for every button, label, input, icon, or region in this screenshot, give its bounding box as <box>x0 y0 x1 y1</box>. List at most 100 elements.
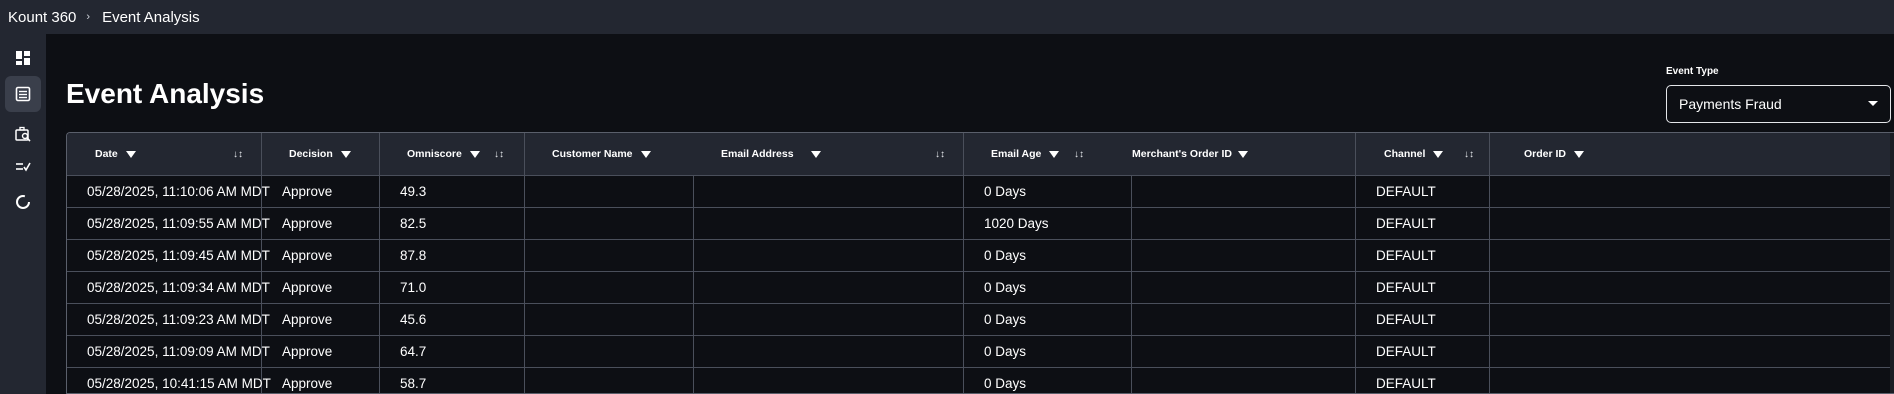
cell-email-age: 0 Days <box>964 240 1132 271</box>
sort-icon[interactable]: ↓↕ <box>1074 149 1084 160</box>
cell-customer-name <box>525 240 694 271</box>
cell-merchant-order-id <box>1132 272 1356 303</box>
cell-decision: Approve <box>262 240 380 271</box>
filter-icon[interactable] <box>811 150 821 158</box>
event-type-label: Event Type <box>1666 66 1719 77</box>
sidebar-item-case-search[interactable] <box>5 116 41 152</box>
column-header-decision[interactable]: Decision <box>262 133 380 175</box>
sort-icon[interactable]: ↓↕ <box>935 149 945 160</box>
cell-channel: DEFAULT <box>1356 304 1490 335</box>
sort-icon[interactable]: ↓↕ <box>494 149 504 160</box>
column-header-date[interactable]: Date ↓↕ <box>67 133 262 175</box>
case-search-icon <box>15 126 31 142</box>
breadcrumb-root[interactable]: Kount 360 <box>8 9 76 26</box>
sidebar-item-rules[interactable] <box>5 149 41 185</box>
table-row[interactable]: 05/28/2025, 11:10:06 AM MDT Approve 49.3 0 … <box>67 175 1894 207</box>
breadcrumb-chevron-icon: › <box>86 11 91 23</box>
filter-icon[interactable] <box>1238 150 1248 158</box>
cell-channel: DEFAULT <box>1356 272 1490 303</box>
cell-email-age: 0 Days <box>964 336 1132 367</box>
column-header-order-id[interactable]: Order ID <box>1490 133 1894 175</box>
event-type-value: Payments Fraud <box>1679 96 1782 112</box>
table-row[interactable]: 05/28/2025, 11:09:23 AM MDT Approve 45.6 0 … <box>67 303 1894 335</box>
table-row[interactable]: 05/28/2025, 11:09:34 AM MDT Approve 71.0 0 … <box>67 271 1894 303</box>
cell-customer-name <box>525 208 694 239</box>
column-header-omniscore[interactable]: Omniscore ↓↕ <box>380 133 525 175</box>
table-row[interactable]: 05/28/2025, 11:09:45 AM MDT Approve 87.8 0 … <box>67 239 1894 271</box>
cell-merchant-order-id <box>1132 176 1356 207</box>
column-header-channel[interactable]: Channel ↓↕ <box>1356 133 1490 175</box>
cell-customer-name <box>525 176 694 207</box>
event-table: Date ↓↕ Decision Omniscore ↓↕ Customer N… <box>66 132 1894 394</box>
sidebar-item-analytics[interactable] <box>5 184 41 220</box>
main-content: Event Analysis Event Type Payments Fraud… <box>46 34 1894 394</box>
filter-icon[interactable] <box>1574 150 1585 158</box>
cell-channel: DEFAULT <box>1356 176 1490 207</box>
cell-email-address <box>694 272 964 303</box>
cell-customer-name <box>525 336 694 367</box>
cell-customer-name <box>525 304 694 335</box>
cell-merchant-order-id <box>1132 368 1356 393</box>
cell-email-address <box>694 304 964 335</box>
cell-date: 05/28/2025, 11:09:45 AM MDT <box>67 240 270 271</box>
column-header-email-address: Email Address <box>721 148 794 160</box>
filter-icon[interactable] <box>640 150 651 158</box>
filter-icon[interactable] <box>469 150 480 158</box>
filter-icon[interactable] <box>125 150 136 158</box>
loading-circle-icon <box>16 195 30 209</box>
cell-omniscore: 64.7 <box>380 336 525 367</box>
cell-channel: DEFAULT <box>1356 368 1490 393</box>
filter-icon[interactable] <box>340 150 351 158</box>
cell-order-id <box>1490 304 1894 335</box>
cell-email-age: 0 Days <box>964 176 1132 207</box>
cell-date: 05/28/2025, 11:09:55 AM MDT <box>67 208 270 239</box>
cell-order-id <box>1490 240 1894 271</box>
cell-decision: Approve <box>262 208 380 239</box>
cell-merchant-order-id <box>1132 304 1356 335</box>
cell-decision: Approve <box>262 368 380 393</box>
cell-omniscore: 82.5 <box>380 208 525 239</box>
cell-email-address <box>694 208 964 239</box>
sidebar-item-event-analysis[interactable] <box>5 76 41 112</box>
column-header-email-age[interactable]: Email Age ↓↕ Merchant's Order ID <box>964 133 1356 175</box>
cell-email-age: 0 Days <box>964 272 1132 303</box>
dashboard-icon <box>16 51 30 65</box>
sort-icon[interactable]: ↓↕ <box>233 149 243 160</box>
cell-customer-name <box>525 368 694 393</box>
column-header-customer-email[interactable]: Customer Name Email Address ↓↕ <box>525 133 964 175</box>
cell-decision: Approve <box>262 272 380 303</box>
cell-merchant-order-id <box>1132 240 1356 271</box>
cell-email-age: 0 Days <box>964 304 1132 335</box>
table-header: Date ↓↕ Decision Omniscore ↓↕ Customer N… <box>67 133 1894 175</box>
cell-email-age: 1020 Days <box>964 208 1132 239</box>
cell-customer-name <box>525 272 694 303</box>
cell-date: 05/28/2025, 11:10:06 AM MDT <box>67 176 270 207</box>
cell-date: 05/28/2025, 11:09:09 AM MDT <box>67 336 270 367</box>
cell-channel: DEFAULT <box>1356 208 1490 239</box>
cell-channel: DEFAULT <box>1356 240 1490 271</box>
table-row[interactable]: 05/28/2025, 10:41:15 AM MDT Approve 58.7 0 … <box>67 367 1894 393</box>
cell-email-address <box>694 240 964 271</box>
list-icon <box>15 86 31 102</box>
table-row[interactable]: 05/28/2025, 11:09:09 AM MDT Approve 64.7 0 … <box>67 335 1894 367</box>
cell-order-id <box>1490 336 1894 367</box>
top-bar: Kount 360 › Event Analysis <box>0 0 1894 34</box>
filter-icon[interactable] <box>1433 150 1444 158</box>
cell-email-address <box>694 176 964 207</box>
cell-merchant-order-id <box>1132 208 1356 239</box>
sort-icon[interactable]: ↓↕ <box>1464 149 1474 160</box>
breadcrumb-current: Event Analysis <box>102 8 200 26</box>
cell-order-id <box>1490 368 1894 393</box>
cell-date: 05/28/2025, 11:09:23 AM MDT <box>67 304 270 335</box>
page-title: Event Analysis <box>66 78 265 109</box>
cell-merchant-order-id <box>1132 336 1356 367</box>
horizontal-scrollbar[interactable] <box>1890 133 1894 393</box>
cell-omniscore: 71.0 <box>380 272 525 303</box>
event-type-select[interactable]: Payments Fraud <box>1666 85 1891 123</box>
sidebar-item-dashboard[interactable] <box>5 40 41 76</box>
sidebar <box>0 34 46 394</box>
cell-date: 05/28/2025, 10:41:15 AM MDT <box>67 368 271 393</box>
filter-icon[interactable] <box>1049 150 1060 158</box>
table-row[interactable]: 05/28/2025, 11:09:55 AM MDT Approve 82.5 10… <box>67 207 1894 239</box>
cell-omniscore: 87.8 <box>380 240 525 271</box>
